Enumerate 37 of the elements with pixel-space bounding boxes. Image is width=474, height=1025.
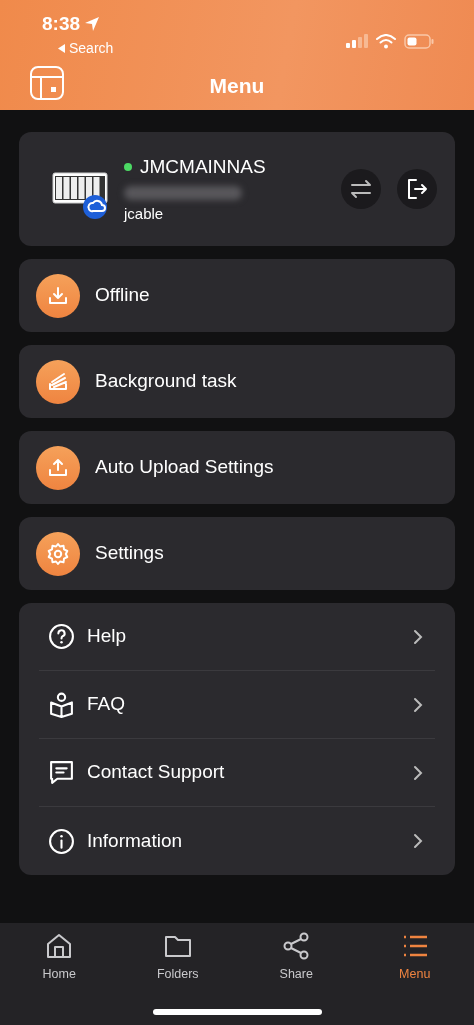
- feature-card[interactable]: Settings: [19, 517, 455, 590]
- feature-card[interactable]: Offline: [19, 259, 455, 332]
- battery-icon: [404, 33, 434, 49]
- logout-icon: [406, 178, 428, 200]
- tab-item[interactable]: Folders: [118, 930, 237, 992]
- support-item[interactable]: Information: [39, 807, 435, 875]
- person-book-icon: [48, 691, 75, 718]
- device-name: JMCMAINNAS: [140, 155, 266, 179]
- chat-icon: [48, 759, 75, 786]
- tab-item[interactable]: Home: [0, 930, 119, 992]
- share-icon: [282, 932, 311, 960]
- page-title: Menu: [208, 73, 266, 99]
- home-icon: [45, 932, 74, 960]
- help-icon: [48, 623, 75, 650]
- back-arrow-icon: [58, 43, 65, 53]
- info-icon: [48, 827, 75, 855]
- clock: 8:38: [42, 12, 81, 36]
- chevron-icon: [413, 628, 423, 645]
- chevron-icon: [413, 833, 423, 849]
- user-name: jcable: [124, 203, 165, 224]
- layout-icon: [29, 64, 65, 101]
- wifi-icon: [376, 33, 396, 49]
- support-item[interactable]: Help: [39, 603, 435, 671]
- swap-arrows-icon: [350, 178, 372, 200]
- chevron-icon: [413, 764, 423, 781]
- support-item[interactable]: Contact Support: [39, 739, 435, 807]
- feature-card[interactable]: Background task: [19, 345, 455, 418]
- tab-item[interactable]: Share: [237, 930, 356, 992]
- support-item[interactable]: FAQ: [39, 671, 435, 739]
- logout-button[interactable]: [397, 169, 437, 209]
- signal-icon: [346, 34, 368, 49]
- location-icon: [84, 16, 101, 33]
- tab-item[interactable]: Menu: [355, 930, 474, 992]
- settings-icon: [46, 541, 70, 566]
- chevron-icon: [413, 696, 423, 713]
- switch-button[interactable]: [341, 169, 381, 209]
- feature-card[interactable]: Auto Upload Settings: [19, 431, 455, 504]
